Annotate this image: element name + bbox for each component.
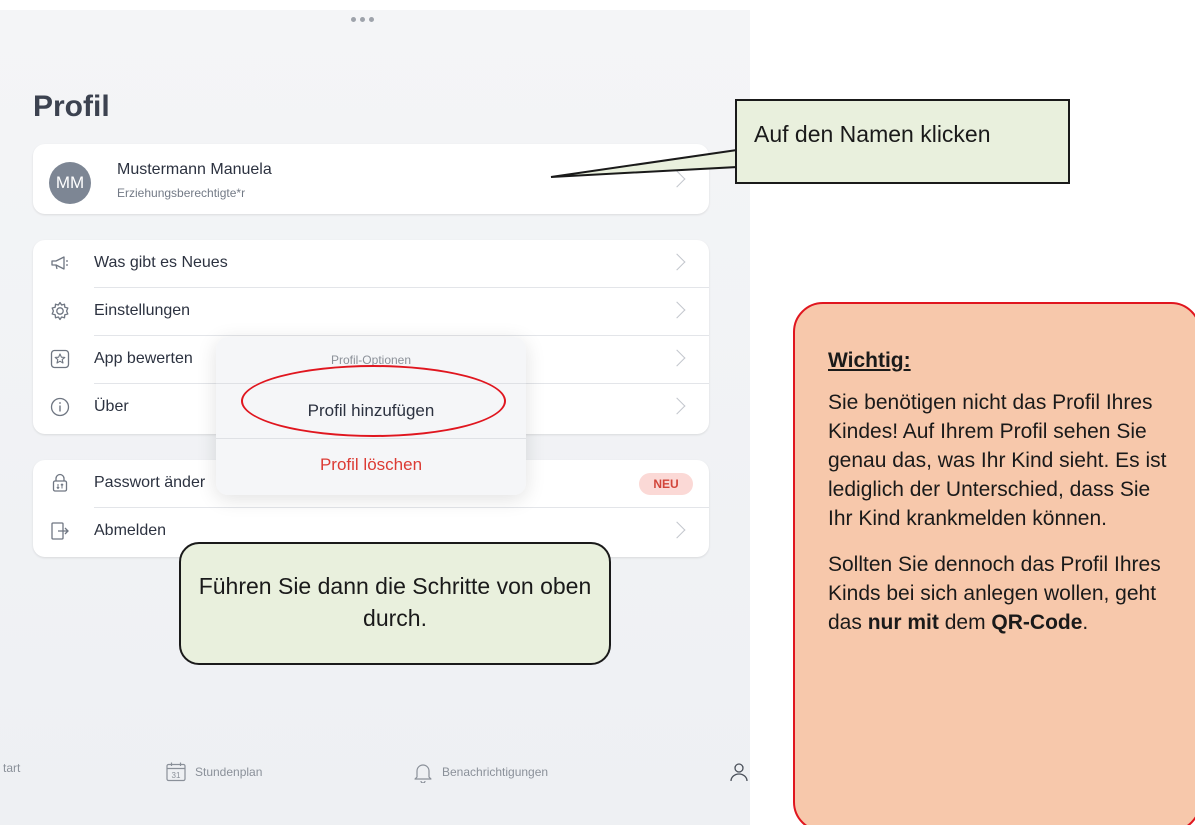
info-text: dem	[938, 611, 992, 634]
info-text-bold: nur mit	[867, 611, 939, 634]
screenshot-stage: Profil MM Mustermann Manuela Erziehungsb…	[0, 0, 1195, 825]
info-content: Wichtig: Sie benötigen nicht das Profil …	[828, 346, 1178, 637]
callout-joint	[737, 151, 740, 166]
callout-steps: Führen Sie dann die Schritte von oben du…	[179, 542, 611, 665]
callout-click-name-text: Auf den Namen klicken	[754, 121, 991, 147]
info-text: .	[1082, 611, 1089, 634]
info-box: Wichtig: Sie benötigen nicht das Profil …	[793, 302, 1195, 825]
info-paragraph: Sollten Sie dennoch das Profil Ihres Kin…	[828, 550, 1178, 637]
info-heading: Wichtig:	[828, 349, 911, 372]
info-paragraph: Sie benötigen nicht das Profil Ihres Kin…	[828, 391, 1167, 530]
callout-click-name: Auf den Namen klicken	[735, 99, 1070, 184]
info-text-bold: QR-Code	[991, 611, 1083, 634]
